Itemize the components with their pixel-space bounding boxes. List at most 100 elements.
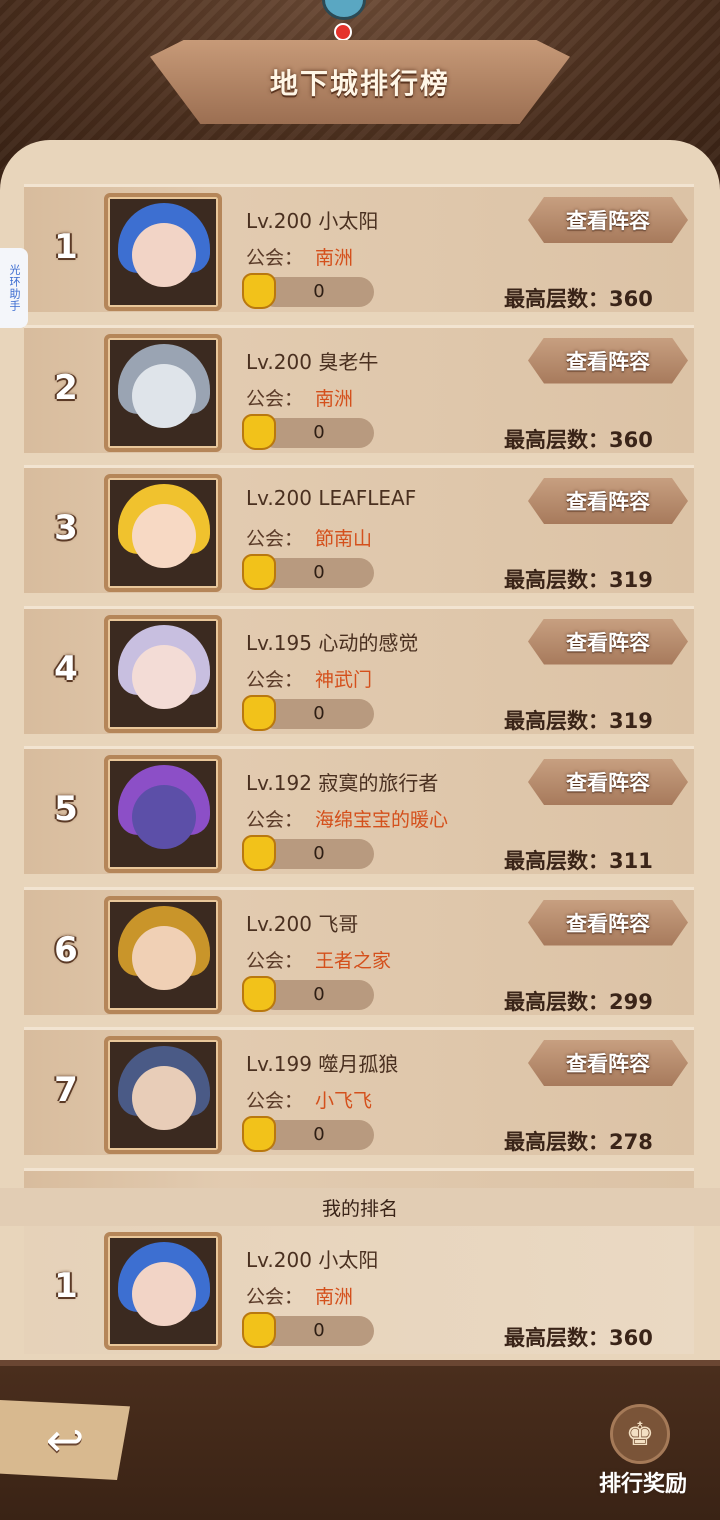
guild-name: 神武门 <box>315 668 373 691</box>
guild-label: 公会： <box>246 528 304 550</box>
rank-number: 6 <box>54 929 78 970</box>
avatar-face <box>132 504 196 568</box>
max-floor-label: 最高层数： <box>504 1130 609 1154</box>
thumbs-up-icon[interactable] <box>242 554 276 590</box>
rank-number: 7 <box>54 1070 78 1110</box>
ranking-row: 3 Lv.200 LEAFLEAF 公会： 節南山 0 查看阵容 最高层数：31… <box>24 465 694 593</box>
max-floor: 最高层数：311 <box>504 845 653 875</box>
like-count: 0 <box>313 281 325 302</box>
avatar-face <box>132 1066 196 1130</box>
guild-label: 公会： <box>246 247 304 269</box>
like-count: 0 <box>313 562 325 583</box>
guild-name: 南洲 <box>315 387 354 410</box>
ranking-row: 1 Lv.200 小太阳 公会： 南洲 0 查看阵容 最高层数：360 <box>24 184 694 312</box>
rank-number: 1 <box>54 1266 78 1306</box>
view-lineup-button[interactable]: 查看阵容 <box>528 899 688 946</box>
thumbs-up-icon[interactable] <box>242 975 276 1012</box>
avatar[interactable] <box>104 755 222 873</box>
max-floor: 最高层数：360 <box>504 424 653 454</box>
avatar[interactable] <box>104 1036 222 1154</box>
avatar[interactable] <box>104 614 222 733</box>
avatar-face <box>132 363 196 428</box>
max-floor-value: 360 <box>609 427 653 452</box>
player-level-name: Lv.200 臭老牛 <box>246 349 379 374</box>
ranking-row: 7 Lv.199 噬月孤狼 公会： 小飞飞 0 查看阵容 最高层数：278 <box>24 1027 694 1155</box>
ranking-list[interactable]: 1 Lv.200 小太阳 公会： 南洲 0 查看阵容 最高层数：360 2 Lv… <box>0 180 720 1188</box>
like-count: 0 <box>313 1124 325 1145</box>
max-floor-value: 319 <box>609 568 653 592</box>
player-level-name: Lv.200 LEAFLEAF <box>246 486 417 510</box>
max-floor: 最高层数：319 <box>504 564 653 594</box>
reward-button-label[interactable]: 排行奖励 <box>588 1466 698 1498</box>
player-level-name: Lv.200 飞哥 <box>246 911 359 936</box>
helper-tab[interactable]: 光环助手 <box>0 248 28 328</box>
page-title: 地下城排行榜 <box>269 67 450 100</box>
avatar-face <box>132 1262 196 1326</box>
max-floor-label: 最高层数： <box>504 708 609 733</box>
like-count: 0 <box>313 702 325 724</box>
max-floor-label: 最高层数： <box>504 849 609 873</box>
max-floor-label: 最高层数： <box>504 989 609 1014</box>
rank-number: 5 <box>54 789 78 829</box>
avatar-face <box>132 223 196 287</box>
avatar[interactable] <box>104 333 222 452</box>
like-count: 0 <box>313 421 325 443</box>
back-arrow-icon: ↩ <box>45 1413 85 1467</box>
notification-dot <box>334 23 352 41</box>
ranking-row-partial <box>24 1167 694 1188</box>
max-floor-value: 360 <box>609 287 653 311</box>
ranking-row: 6 Lv.200 飞哥 公会： 王者之家 0 查看阵容 最高层数：299 <box>24 886 694 1016</box>
my-rank-row: 1 Lv.200 小太阳 公会： 南洲 0 最高层数：360 <box>24 1226 694 1354</box>
like-count: 0 <box>313 1320 325 1341</box>
thumbs-up-icon[interactable] <box>242 1312 276 1348</box>
guild-name: 海绵宝宝的暖心 <box>315 809 449 831</box>
view-lineup-button[interactable]: 查看阵容 <box>528 337 688 384</box>
thumbs-up-icon[interactable] <box>242 835 276 871</box>
max-floor-label: 最高层数： <box>504 287 609 311</box>
max-floor-value: 278 <box>609 1130 653 1154</box>
max-floor-value: 311 <box>609 849 653 873</box>
like-count: 0 <box>313 983 325 1005</box>
rank-number: 4 <box>54 648 78 689</box>
title-plate: 地下城排行榜 <box>150 40 570 124</box>
player-level-name: Lv.192 寂寞的旅行者 <box>246 771 439 795</box>
view-lineup-button[interactable]: 查看阵容 <box>528 1040 688 1086</box>
max-floor-label: 最高层数： <box>504 427 609 452</box>
thumbs-up-icon[interactable] <box>242 1116 276 1152</box>
player-level-name: Lv.200 小太阳 <box>246 209 379 233</box>
view-lineup-button[interactable]: 查看阵容 <box>528 618 688 665</box>
player-level-name: Lv.199 噬月孤狼 <box>246 1052 399 1076</box>
guild-label: 公会： <box>246 668 304 691</box>
guild-label: 公会： <box>246 1286 304 1308</box>
max-floor: 最高层数：299 <box>504 986 653 1016</box>
guild-name: 節南山 <box>315 528 373 550</box>
chess-king-icon[interactable]: ♚ <box>610 1404 670 1464</box>
view-lineup-button[interactable]: 查看阵容 <box>528 759 688 805</box>
thumbs-up-icon[interactable] <box>242 413 276 450</box>
avatar[interactable] <box>104 474 222 592</box>
like-count: 0 <box>313 843 325 864</box>
my-rank-header: 我的排名 <box>0 1188 720 1226</box>
max-floor: 最高层数：360 <box>504 1322 653 1352</box>
player-level-name: Lv.200 小太阳 <box>246 1248 379 1272</box>
rank-number: 3 <box>54 508 78 548</box>
max-floor-label: 最高层数： <box>504 1326 609 1350</box>
player-level-name: Lv.195 心动的感觉 <box>246 630 419 655</box>
max-floor-value: 360 <box>609 1326 653 1350</box>
guild-name: 小飞飞 <box>315 1090 373 1112</box>
max-floor: 最高层数：319 <box>504 705 653 735</box>
max-floor-label: 最高层数： <box>504 568 609 592</box>
avatar[interactable] <box>104 1232 222 1350</box>
thumbs-up-icon[interactable] <box>242 694 276 731</box>
rank-number: 1 <box>54 227 78 267</box>
guild-label: 公会： <box>246 809 304 831</box>
view-lineup-button[interactable]: 查看阵容 <box>528 197 688 243</box>
back-button[interactable]: ↩ <box>0 1400 130 1480</box>
guild-label: 公会： <box>246 387 304 410</box>
avatar[interactable] <box>104 895 222 1014</box>
rank-number: 2 <box>54 367 78 408</box>
thumbs-up-icon[interactable] <box>242 273 276 309</box>
max-floor: 最高层数：360 <box>504 283 653 313</box>
avatar[interactable] <box>104 193 222 311</box>
view-lineup-button[interactable]: 查看阵容 <box>528 478 688 524</box>
